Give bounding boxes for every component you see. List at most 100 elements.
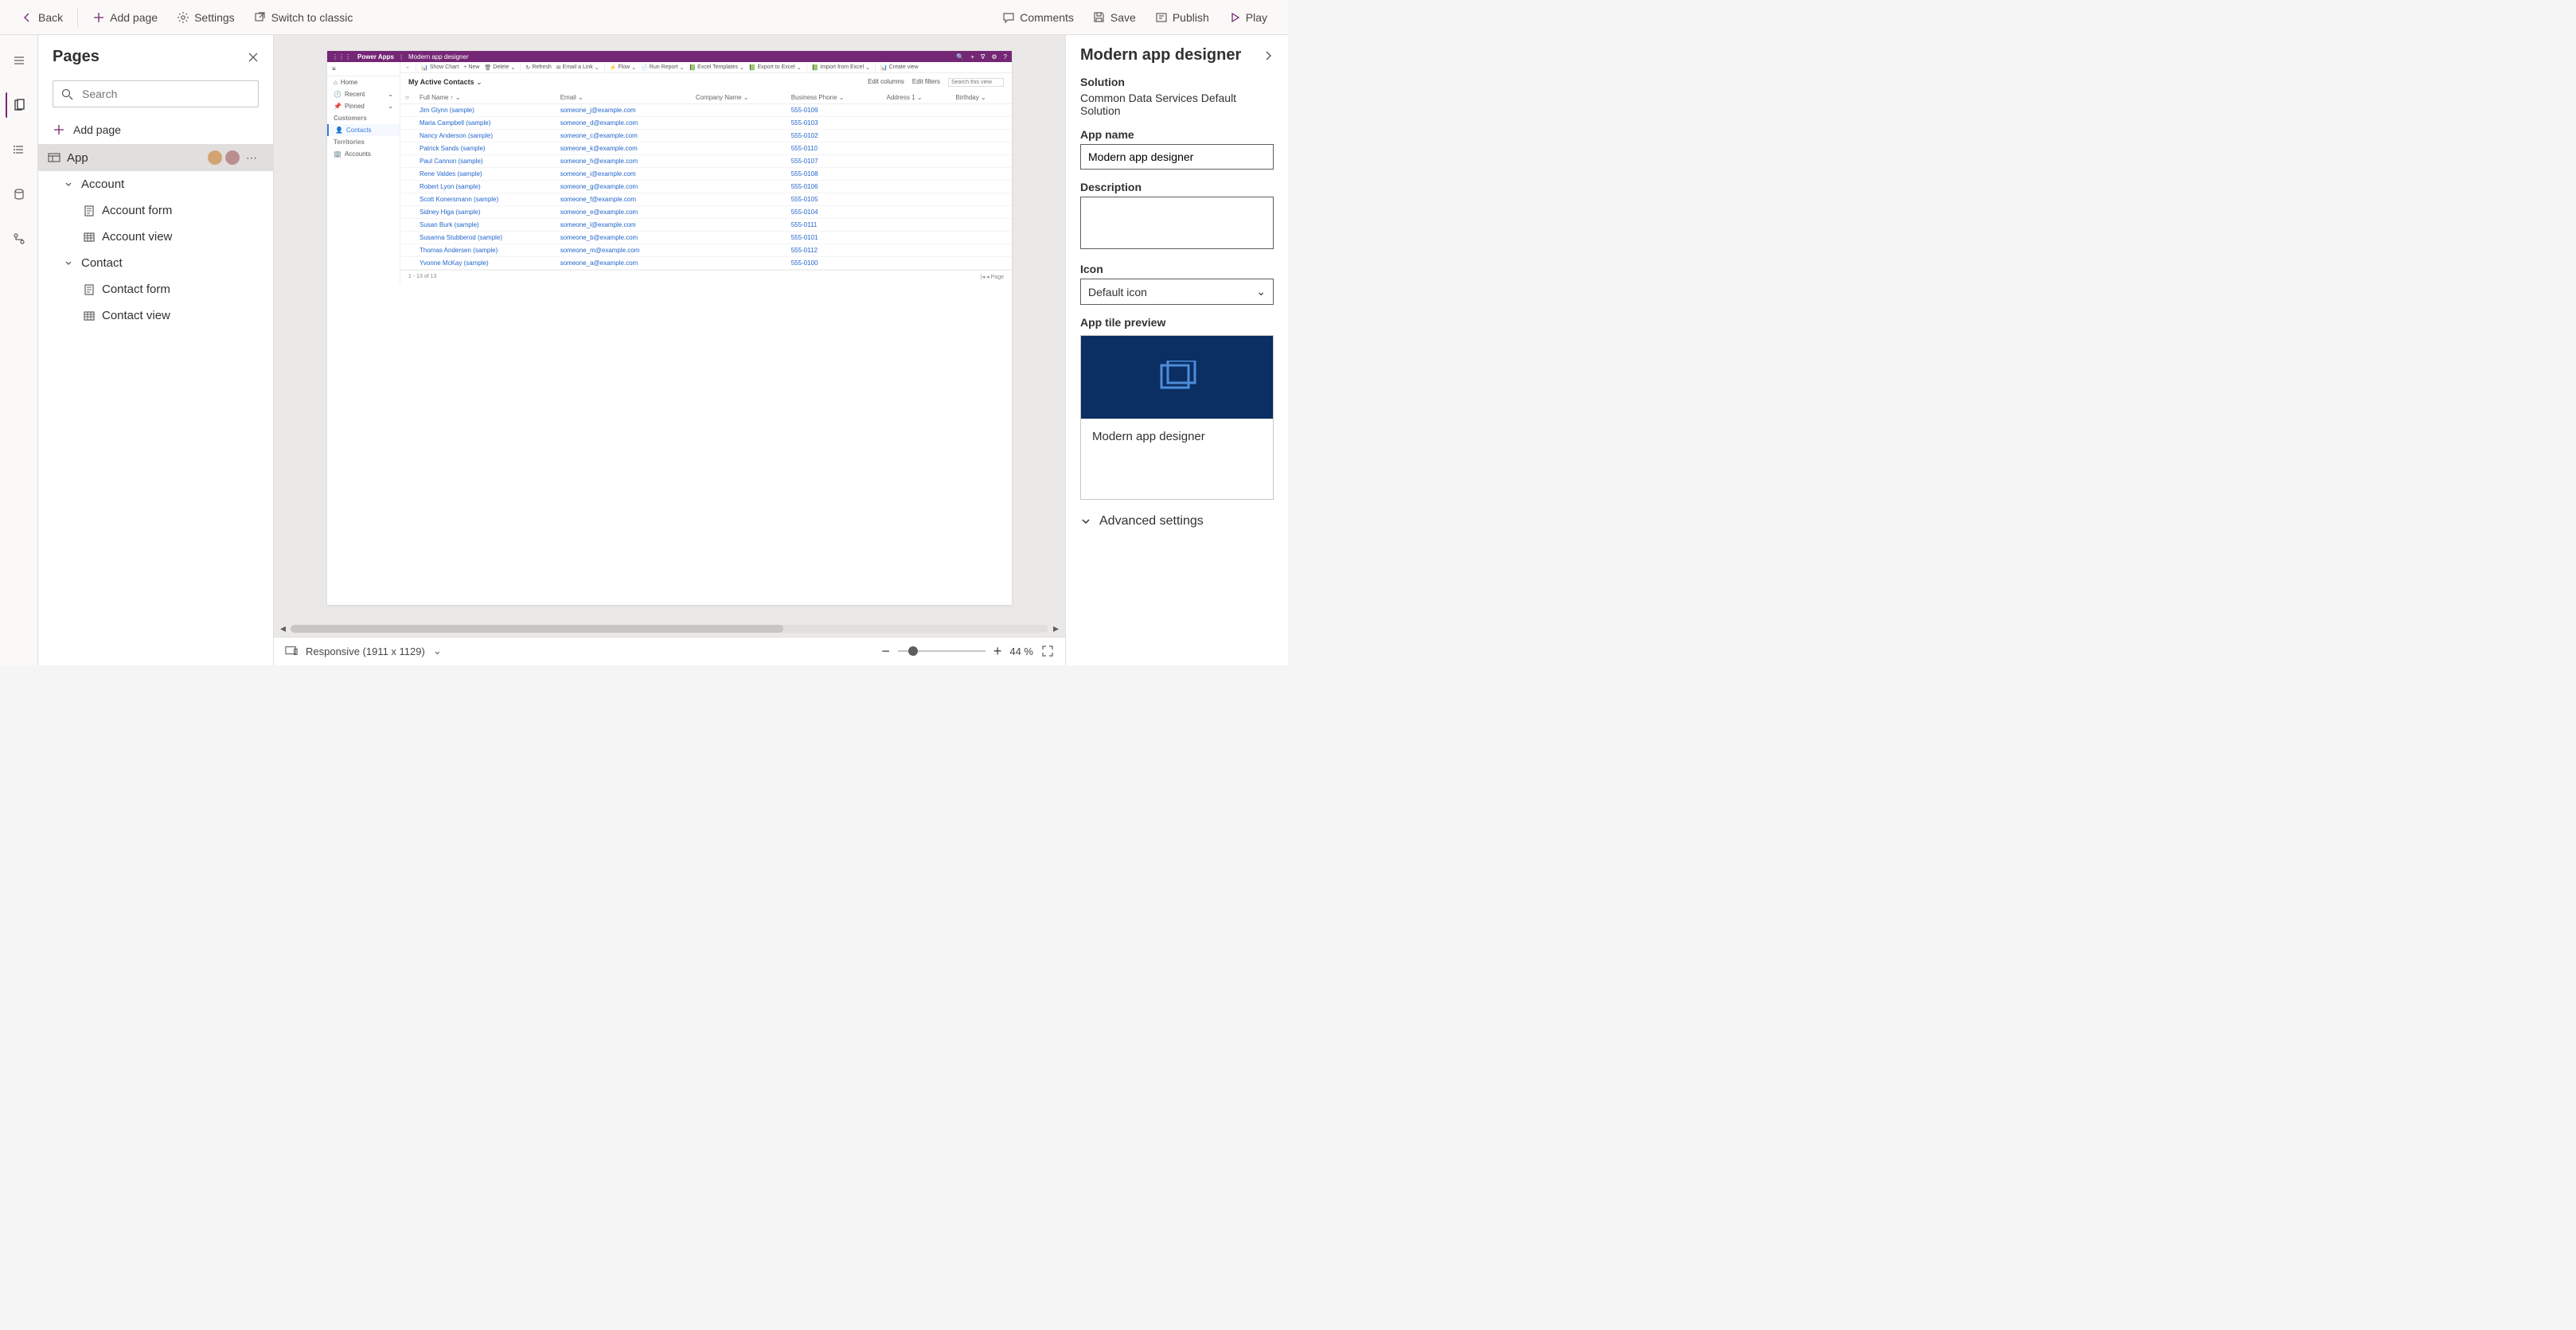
add-page-row-label: Add page (73, 123, 121, 136)
switch-classic-button[interactable]: Switch to classic (246, 6, 361, 29)
fit-to-screen-icon[interactable] (1041, 645, 1054, 657)
canvas-horizontal-scrollbar[interactable]: ◂ ▸ (274, 621, 1065, 637)
zoom-out-button[interactable]: − (881, 643, 890, 660)
device-icon (285, 645, 298, 657)
play-button[interactable]: Play (1220, 6, 1275, 29)
scroll-right-icon[interactable]: ▸ (1053, 622, 1059, 635)
comment-icon (1002, 11, 1015, 24)
chevron-right-icon (1263, 50, 1274, 61)
tree-app-label: App (67, 151, 201, 165)
table-row: Paul Cannon (sample)someone_h@example.co… (400, 155, 1012, 168)
responsive-label: Responsive (1911 x 1129) (306, 645, 425, 657)
tree-account-form-label: Account form (102, 204, 263, 217)
arrow-left-icon (21, 11, 33, 24)
table-row: Susanna Stubberod (sample)someone_b@exam… (400, 232, 1012, 244)
app-preview: ⋮⋮⋮ Power Apps | Modern app designer 🔍 +… (327, 51, 1012, 605)
rail-automation[interactable] (6, 226, 32, 252)
save-button[interactable]: Save (1085, 6, 1144, 29)
comments-button[interactable]: Comments (994, 6, 1082, 29)
tree-account-view-label: Account view (102, 230, 263, 244)
app-name-label: App name (1080, 128, 1274, 141)
properties-collapse[interactable] (1263, 50, 1274, 61)
separator (77, 8, 78, 27)
preview-row-count: 1 - 13 of 13 (408, 274, 436, 280)
table-row: Sidney Higa (sample)someone_e@example.co… (400, 206, 1012, 219)
table-row: Jim Glynn (sample)someone_j@example.com5… (400, 104, 1012, 117)
hamburger-icon (13, 54, 25, 67)
zoom-slider[interactable] (898, 650, 986, 652)
plus-icon (53, 123, 65, 136)
help-icon: ? (1004, 53, 1007, 60)
pages-tree: App ⋯ Account Account form Acc (38, 144, 273, 665)
rail-pages[interactable] (6, 92, 31, 118)
tree-contact-form[interactable]: Contact form (38, 276, 273, 302)
comments-label: Comments (1020, 11, 1074, 24)
icon-label: Icon (1080, 263, 1274, 275)
settings-button[interactable]: Settings (169, 6, 243, 29)
plus-icon (92, 11, 105, 24)
rail-hamburger[interactable] (6, 48, 32, 73)
rail-navigation[interactable] (6, 137, 32, 162)
more-icon[interactable]: ⋯ (243, 151, 260, 165)
table-row: Yvonne McKay (sample)someone_a@example.c… (400, 257, 1012, 270)
publish-button[interactable]: Publish (1147, 6, 1217, 29)
scroll-left-icon[interactable]: ◂ (280, 622, 286, 635)
waffle-icon: ⋮⋮⋮ (332, 53, 351, 60)
description-input[interactable] (1080, 197, 1274, 249)
tree-app[interactable]: App ⋯ (38, 144, 273, 171)
tree-contact-view[interactable]: Contact view (38, 302, 273, 329)
app-tile-preview: Modern app designer (1080, 335, 1274, 500)
pages-search-input[interactable] (53, 80, 259, 107)
nav-recent: 🕐 Recent ⌄ (327, 88, 400, 100)
nav-pinned: 📌 Pinned ⌄ (327, 100, 400, 112)
preview-cmdbar: ← 📊 Show Chart + New 🗑 Delete ⌄ ↻ Refres… (400, 62, 1012, 73)
save-icon (1093, 11, 1106, 24)
icon-select[interactable]: Default icon ⌄ (1080, 279, 1274, 305)
tree-account[interactable]: Account (38, 171, 273, 197)
switch-classic-label: Switch to classic (271, 11, 353, 24)
filter-icon: ∇ (981, 53, 985, 60)
preview-view-name: My Active Contacts (408, 78, 474, 86)
tree-contact[interactable]: Contact (38, 250, 273, 276)
chevron-down-icon[interactable]: ⌄ (433, 645, 442, 657)
canvas-area: ⋮⋮⋮ Power Apps | Modern app designer 🔍 +… (274, 35, 1065, 665)
app-icon (48, 151, 60, 164)
table-row: Maria Campbell (sample)someone_d@example… (400, 117, 1012, 130)
search-icon: 🔍 (956, 53, 964, 60)
tree-account-form[interactable]: Account form (38, 197, 273, 224)
tree-account-label: Account (81, 177, 263, 191)
tree-contact-label: Contact (81, 256, 263, 270)
table-row: Scott Konersmann (sample)someone_f@examp… (400, 193, 1012, 206)
close-icon (248, 52, 259, 63)
add-page-row[interactable]: Add page (38, 115, 273, 144)
save-label: Save (1110, 11, 1136, 24)
back-label: Back (38, 11, 63, 24)
zoom-in-button[interactable]: + (993, 643, 1002, 660)
database-icon (13, 188, 25, 201)
tree-account-view[interactable]: Account view (38, 224, 273, 250)
preview-brand: Power Apps (357, 53, 394, 60)
app-name-input[interactable] (1080, 144, 1274, 170)
back-button[interactable]: Back (13, 6, 71, 29)
grid-icon (83, 310, 96, 322)
table-row: Nancy Anderson (sample)someone_c@example… (400, 130, 1012, 142)
tree-contact-view-label: Contact view (102, 309, 263, 322)
left-rail (0, 35, 38, 665)
rail-data[interactable] (6, 181, 32, 207)
advanced-settings-toggle[interactable]: Advanced settings (1080, 514, 1274, 528)
preview-search-input (948, 78, 1004, 87)
pages-panel-title: Pages (53, 48, 100, 66)
nav-territories-head: Territories (327, 136, 400, 148)
tile-preview-label: App tile preview (1080, 316, 1274, 329)
table-row: Thomas Andersen (sample)someone_m@exampl… (400, 244, 1012, 257)
table-row: Robert Lyon (sample)someone_g@example.co… (400, 181, 1012, 193)
publish-icon (1155, 11, 1168, 24)
pages-panel-close[interactable] (248, 52, 259, 63)
advanced-settings-label: Advanced settings (1099, 514, 1204, 528)
preview-grid: ○ Full Name ↑ ⌄ Email ⌄ Company Name ⌄ B… (400, 92, 1012, 270)
add-page-button[interactable]: Add page (84, 6, 166, 29)
grid-icon (83, 231, 96, 244)
avatar (208, 150, 222, 165)
preview-sidebar: ≡ ⌂ Home 🕐 Recent ⌄ 📌 Pinned ⌄ Customers… (327, 62, 400, 283)
nav-accounts: 🏢 Accounts (327, 148, 400, 160)
